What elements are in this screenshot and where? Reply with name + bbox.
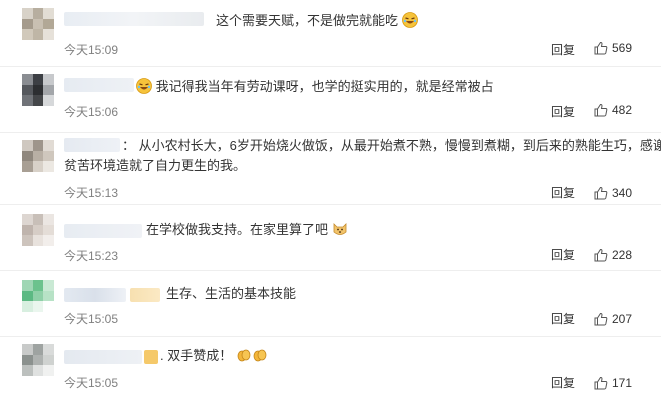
avatar[interactable] (22, 344, 54, 376)
comment-text: 在学校做我支持。在家里算了吧 (146, 220, 348, 240)
avatar[interactable] (22, 140, 54, 172)
comment-item: ： 从小农村长大，6岁开始烧火做饭，从最开始煮不熟，慢慢到煮糊，到后来的熟能生巧… (0, 132, 661, 205)
thumbs-up-icon (594, 186, 608, 200)
laughing-emoji-icon (401, 12, 418, 28)
comment-item: 生存、生活的基本技能 今天15:05 回复 207 (0, 270, 661, 337)
reply-button[interactable]: 回复 (551, 103, 575, 120)
clapping-hands-emoji-icon (237, 349, 251, 362)
reply-button[interactable]: 回复 (551, 246, 575, 263)
username[interactable] (64, 288, 126, 302)
comment-time: 今天15:23 (64, 249, 119, 263)
avatar[interactable] (22, 214, 54, 246)
comment-text: 生存、生活的基本技能 (166, 286, 297, 301)
comment-time: 今天15:05 (64, 312, 119, 326)
like-count: 207 (612, 312, 633, 326)
comment-item: 在学校做我支持。在家里算了吧 今天15:23 回复 228 (0, 204, 661, 271)
comment-item: 我记得我当年有劳动课呀，也学的挺实用的，就是经常被占 今天15:06 回复 48… (0, 66, 661, 133)
username[interactable] (64, 138, 120, 152)
thumbs-up-icon (594, 312, 608, 326)
like-button[interactable]: 207 (594, 312, 632, 326)
like-count: 482 (612, 103, 633, 117)
username[interactable] (64, 12, 204, 26)
thumbs-up-icon (594, 248, 608, 262)
comment-text: 我记得我当年有劳动课呀，也学的挺实用的，就是经常被占 (136, 77, 494, 97)
like-count: 569 (612, 41, 633, 55)
comment-time: 今天15:06 (64, 105, 119, 119)
like-button[interactable]: 171 (594, 376, 632, 390)
reply-button[interactable]: 回复 (551, 41, 575, 58)
username[interactable] (64, 224, 142, 238)
like-button[interactable]: 569 (594, 41, 632, 55)
laughing-emoji-icon (136, 78, 152, 94)
comment-time: 今天15:13 (64, 186, 119, 200)
like-count: 171 (612, 376, 633, 390)
like-count: 228 (612, 248, 633, 262)
thumbs-up-icon (594, 376, 608, 390)
username-badge (130, 288, 160, 302)
username[interactable] (64, 78, 134, 92)
comment-item: 这个需要天赋，不是做完就能吃 今天15:09 回复 569 (0, 0, 661, 67)
thumbs-up-icon (594, 41, 608, 55)
comment-text: 这个需要天赋，不是做完就能吃 (216, 11, 418, 31)
reply-button[interactable]: 回复 (551, 374, 575, 391)
comment-text: ： 从小农村长大，6岁开始烧火做饭，从最开始煮不熟，慢慢到煮糊，到后来的熟能生巧… (122, 138, 661, 153)
comment-item: . 双手赞成！ 今天15:05 回复 171 (0, 336, 661, 400)
like-button[interactable]: 340 (594, 186, 632, 200)
comment-text-line2: 贫苦环境造就了自力更生的我。 (64, 158, 247, 173)
comment-time: 今天15:05 (64, 376, 119, 390)
avatar[interactable] (22, 280, 54, 312)
reply-button[interactable]: 回复 (551, 184, 575, 201)
like-count: 340 (612, 186, 633, 200)
clapping-hands-emoji-icon (253, 349, 267, 362)
doge-emoji-icon (333, 223, 347, 235)
comment-text: . 双手赞成！ (160, 346, 268, 366)
avatar[interactable] (22, 8, 54, 40)
comment-time: 今天15:09 (64, 43, 119, 57)
username-badge (144, 350, 158, 364)
avatar[interactable] (22, 74, 54, 106)
like-button[interactable]: 228 (594, 248, 632, 262)
thumbs-up-icon (594, 103, 608, 117)
reply-button[interactable]: 回复 (551, 310, 575, 327)
like-button[interactable]: 482 (594, 103, 632, 117)
username[interactable] (64, 350, 142, 364)
